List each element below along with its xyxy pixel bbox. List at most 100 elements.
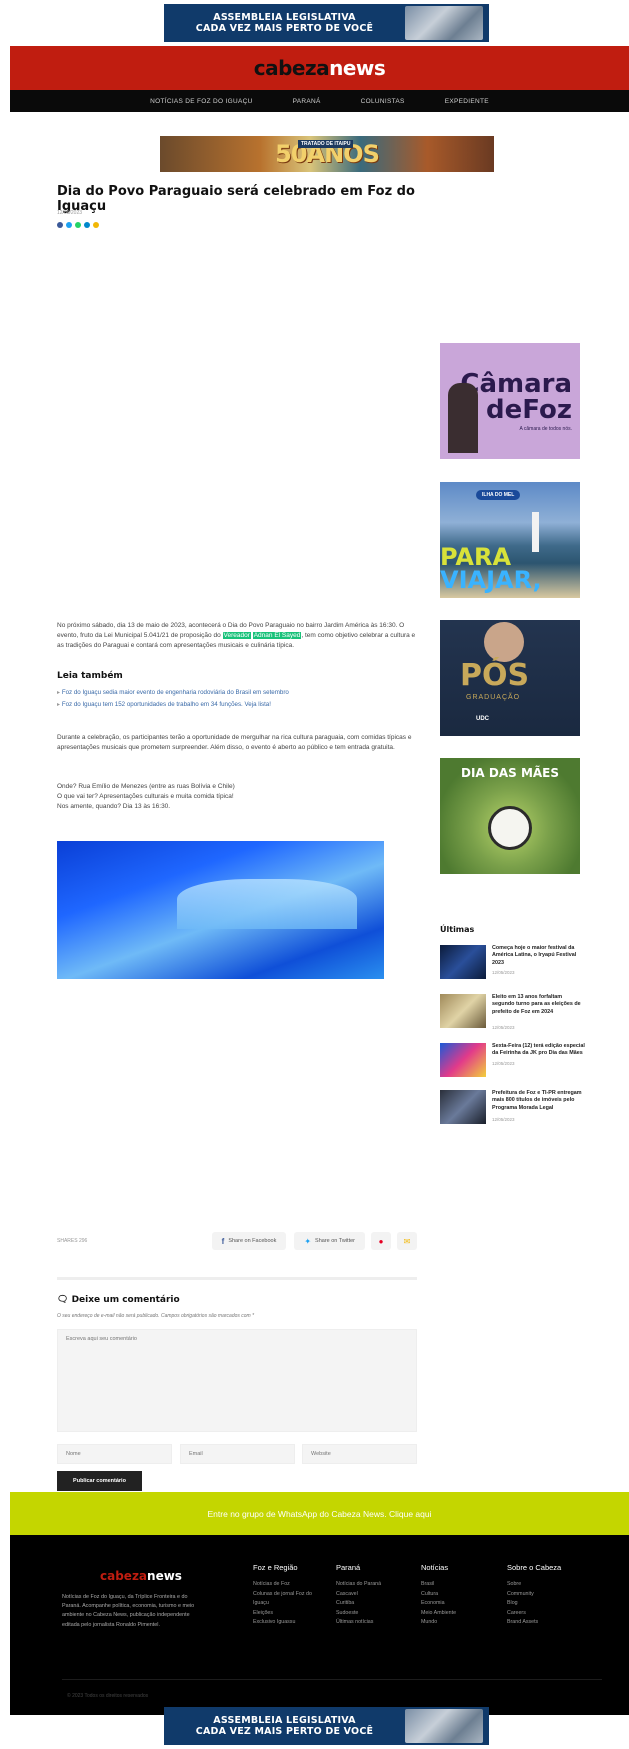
latest-news-item[interactable]: Começa hoje o maior festival da América … [440,945,585,985]
twitter-icon[interactable] [66,222,72,228]
article-paragraph-1: No próximo sábado, dia 13 de maio de 202… [57,621,417,651]
footer-link[interactable]: Colunas de jornal Foz do Iguaçu [253,1590,319,1609]
news-title[interactable]: Prefeitura de Foz e TI-PR entregam mais … [492,1090,585,1112]
submit-comment-button[interactable]: Publicar comentário [57,1471,142,1491]
pos-ad-person-image [484,622,524,662]
footer-divider [62,1679,602,1680]
news-date: 12/05/2023 [492,1117,515,1122]
waterfall-highlight [177,879,357,929]
email-icon: ✉ [403,1236,411,1246]
footer-link[interactable]: Sudoeste [336,1609,402,1619]
share-email-button[interactable]: ✉ [397,1232,417,1250]
footer-link[interactable]: Blog [507,1599,573,1609]
news-title[interactable]: Começa hoje o maior festival da América … [492,945,585,967]
site-logo[interactable]: cabezanews [254,56,386,80]
leia-tambem-list: Foz do Iguaçu sedia maior evento de enge… [57,689,289,713]
whatsapp-cta-bar[interactable]: Entre no grupo de WhatsApp do Cabeza New… [10,1492,629,1535]
pos-graduacao-ad[interactable]: PÓS GRADUAÇÃO UDC [440,620,580,736]
pos-ad-brand: UDC [476,716,489,722]
footer-logo-part1: cabeza [100,1569,148,1583]
nav-item-parana[interactable]: PARANÁ [293,98,321,105]
email-field[interactable] [180,1444,295,1464]
footer-link[interactable]: Curitiba [336,1599,402,1609]
nav-item-colunistas[interactable]: COLUNISTAS [361,98,405,105]
footer-link[interactable]: Brasil [421,1580,487,1590]
share-twitter-button[interactable]: ✦ Share on Twitter [294,1232,365,1250]
ultimas-title: Últimas [440,925,475,934]
news-title[interactable]: Sexta-Feira (12) terá edição especial da… [492,1043,585,1058]
footer-copyright: © 2023 Todos os direitos reservados [67,1693,149,1699]
ilha-do-mel-ad[interactable]: ILHA DO MEL PARA VIAJAR, [440,482,580,598]
website-field[interactable] [302,1444,417,1464]
camara-ad-line2: deFoz [486,394,572,425]
footer-link[interactable]: Cascavel [336,1590,402,1600]
footer-link[interactable]: Exclusivo Iguassu [253,1618,319,1628]
nav-item-noticias-foz[interactable]: NOTÍCIAS DE FOZ DO IGUAÇU [150,98,252,105]
top-banner-ad[interactable]: ASSEMBLEIA LEGISLATIVA CADA VEZ MAIS PER… [164,4,489,42]
share-mini-icons [57,222,99,228]
telegram-icon[interactable] [84,222,90,228]
footer-link[interactable]: Brand Assets [507,1618,573,1628]
footer-link[interactable]: Cultura [421,1590,487,1600]
latest-news-item[interactable]: Eleito em 13 anos forfaltam segundo turn… [440,994,585,1034]
footer-link[interactable]: Últimas notícias [336,1618,402,1628]
pos-ad-line2: GRADUAÇÃO [466,694,521,701]
footer-link[interactable]: Notícias de Foz [253,1580,319,1590]
facebook-icon: f [221,1236,225,1246]
footer-link[interactable]: Careers [507,1609,573,1619]
footer-link[interactable]: Meio Ambiente [421,1609,487,1619]
shares-count: SHARES 296 [57,1238,88,1244]
maes-ad-title: DIA DAS MÃES [460,766,560,780]
footer-column-title: Sobre o Cabeza [507,1563,562,1572]
footer-column-title: Notícias [421,1563,449,1572]
paragraph-3-line3: Nos amente, quando? Dia 13 às 16:30. [57,803,171,810]
footer-link[interactable]: Mundo [421,1618,487,1628]
news-title[interactable]: Eleito em 13 anos forfaltam segundo turn… [492,994,585,1016]
email-icon[interactable] [93,222,99,228]
ilha-ad-line1: PARA [440,543,512,571]
logo-part1: cabeza [253,56,330,80]
footer-link[interactable]: Sobre [507,1580,573,1590]
footer-logo[interactable]: cabezanews [100,1569,182,1583]
news-date: 12/05/2023 [492,1025,515,1030]
leia-tambem-link[interactable]: Foz do Iguaçu sedia maior evento de enge… [57,689,289,696]
camara-foz-ad[interactable]: Câmara deFoz A câmara de todos nós. [440,343,580,459]
news-date: 12/05/2023 [492,1061,515,1066]
article-image-waterfall [57,841,384,979]
footer-link[interactable]: Notícias do Paraná [336,1580,402,1590]
dia-das-maes-ad[interactable]: DIA DAS MÃES [440,758,580,874]
maes-ad-plate-image [488,806,532,850]
bottom-banner-ad[interactable]: ASSEMBLEIA LEGISLATIVA CADA VEZ MAIS PER… [164,1707,489,1745]
highlight-adnan[interactable]: Adnan El Sayed [252,632,302,639]
latest-news-item[interactable]: Prefeitura de Foz e TI-PR entregam mais … [440,1090,585,1130]
top-banner-line2: CADA VEZ MAIS PERTO DE VOCÊ [195,23,374,34]
footer-link[interactable]: Community [507,1590,573,1600]
pinterest-icon: ● [378,1236,384,1246]
nav-item-expediente[interactable]: EXPEDIENTE [445,98,489,105]
name-field[interactable] [57,1444,172,1464]
footer-column-title: Foz e Região [253,1563,298,1572]
footer-logo-part2: news [147,1569,182,1583]
share-pinterest-button[interactable]: ● [371,1232,391,1250]
main-navigation: NOTÍCIAS DE FOZ DO IGUAÇU PARANÁ COLUNIS… [10,90,629,112]
highlight-vereador[interactable]: Vereador [222,632,251,639]
whatsapp-icon[interactable] [75,222,81,228]
article-title: Dia do Povo Paraguaio será celebrado em … [57,184,415,214]
news-thumbnail [440,1090,486,1124]
comment-textarea[interactable] [57,1329,417,1432]
latest-news-item[interactable]: Sexta-Feira (12) terá edição especial da… [440,1043,585,1083]
divider [57,1277,417,1280]
footer-column-title: Paraná [336,1563,361,1572]
footer-link[interactable]: Eleições [253,1609,319,1619]
footer-link[interactable]: Economia [421,1599,487,1609]
facebook-icon[interactable] [57,222,63,228]
share-facebook-button[interactable]: f Share on Facebook [211,1232,287,1250]
share-bar: SHARES 296 f Share on Facebook ✦ Share o… [57,1232,417,1250]
itaipu-banner-ad[interactable]: TRATADO DE ITAIPU 50ANOS [160,136,494,172]
bottom-banner-ad-image [405,1709,483,1743]
leia-tambem-link[interactable]: Foz do Iguaçu tem 152 oportunidades de t… [57,701,289,708]
share-facebook-label: Share on Facebook [228,1238,277,1244]
ilha-ad-tag: ILHA DO MEL [476,490,521,500]
leia-tambem-title: Leia também [57,671,123,681]
whatsapp-cta-text[interactable]: Entre no grupo de WhatsApp do Cabeza New… [208,1509,432,1519]
